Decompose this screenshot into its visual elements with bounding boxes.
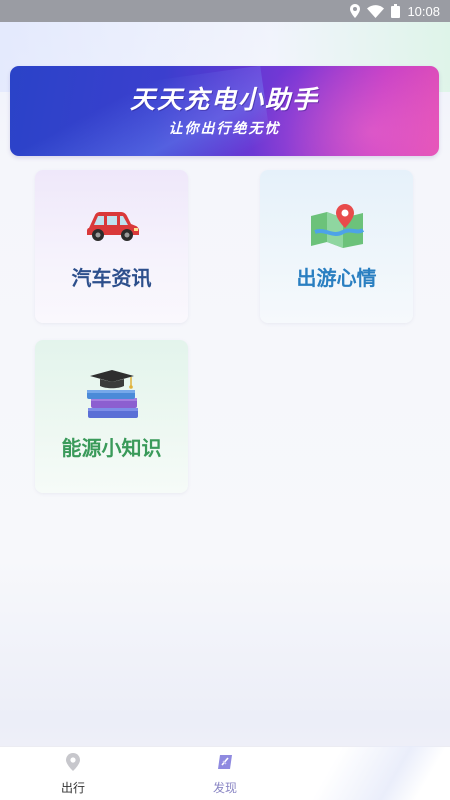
card-car-news-label: 汽车资讯 bbox=[71, 266, 152, 290]
tab-discover[interactable]: 发现 bbox=[175, 747, 275, 800]
map-icon bbox=[305, 198, 369, 254]
location-pin-icon bbox=[66, 752, 80, 775]
card-car-news[interactable]: 汽车资讯 bbox=[35, 170, 188, 323]
tab-discover-label: 发现 bbox=[212, 780, 237, 795]
banner[interactable]: 天天充电小助手 让你出行绝无忧 bbox=[10, 66, 439, 156]
card-travel-mood[interactable]: 出游心情 bbox=[260, 170, 413, 323]
status-time: 10:08 bbox=[407, 3, 440, 19]
wifi-icon bbox=[367, 4, 385, 18]
tab-travel[interactable]: 出行 bbox=[23, 747, 123, 800]
car-icon bbox=[80, 198, 144, 254]
bottom-tab-bar: 出行 发现 bbox=[0, 746, 450, 800]
banner-title: 天天充电小助手 bbox=[129, 85, 319, 114]
card-energy-tips-label: 能源小知识 bbox=[61, 436, 162, 460]
card-energy-tips[interactable]: 能源小知识 bbox=[35, 340, 188, 493]
battery-icon bbox=[391, 4, 401, 18]
tab-travel-label: 出行 bbox=[60, 780, 85, 795]
status-bar: 10:08 bbox=[0, 0, 450, 22]
banner-subtitle: 让你出行绝无忧 bbox=[168, 121, 281, 137]
card-travel-mood-label: 出游心情 bbox=[296, 266, 377, 290]
location-icon bbox=[350, 4, 361, 18]
books-icon bbox=[80, 368, 144, 424]
discover-icon bbox=[216, 753, 234, 775]
